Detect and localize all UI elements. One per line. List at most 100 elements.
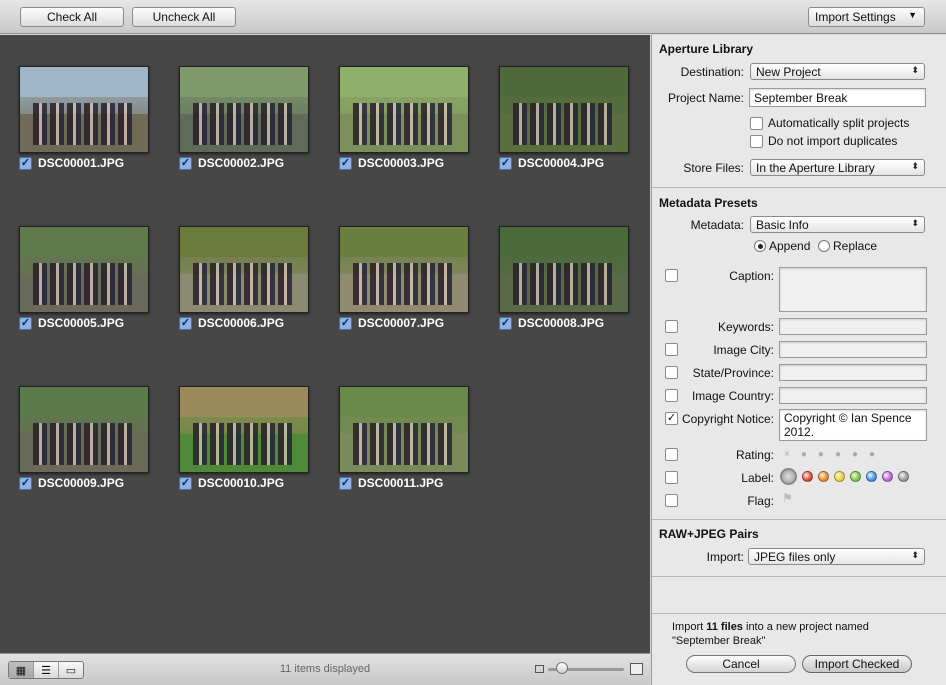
color-label-swatch[interactable] bbox=[834, 471, 845, 482]
thumbnail-filename: DSC00009.JPG bbox=[38, 476, 125, 490]
color-label-swatch[interactable] bbox=[850, 471, 861, 482]
photo-thumbnail[interactable] bbox=[179, 226, 309, 313]
star-dot-icon[interactable]: ● bbox=[801, 449, 807, 460]
thumbnail-filename: DSC00010.JPG bbox=[198, 476, 285, 490]
raw-jpeg-import-popup[interactable]: JPEG files only ⬍ bbox=[748, 548, 925, 565]
thumbnail-filename: DSC00011.JPG bbox=[358, 476, 444, 490]
flag-icon[interactable]: ⚑ bbox=[782, 491, 793, 505]
thumbnail-item[interactable]: ✓ DSC00006.JPG bbox=[179, 226, 309, 330]
cancel-button[interactable]: Cancel bbox=[686, 655, 796, 673]
keywords-field[interactable] bbox=[779, 318, 927, 335]
thumbnail-item[interactable]: ✓ DSC00010.JPG bbox=[179, 386, 309, 490]
color-label-swatch[interactable] bbox=[898, 471, 909, 482]
photo-subjects bbox=[32, 262, 136, 306]
append-label: Append bbox=[769, 239, 811, 253]
thumbnail-caption: ✓ DSC00002.JPG bbox=[179, 156, 309, 170]
import-checkbox[interactable]: ✓ bbox=[499, 156, 512, 170]
image-browser: ✓ DSC00001.JPG ✓ DSC00002.JPG ✓ DSC00003.JPG ✓… bbox=[0, 35, 650, 653]
thumbnail-filename: DSC00003.JPG bbox=[358, 156, 445, 170]
color-label-swatch[interactable] bbox=[866, 471, 877, 482]
photo-subjects bbox=[352, 422, 456, 466]
image-country-label: Image Country: bbox=[691, 389, 774, 403]
project-name-field[interactable]: September Break bbox=[749, 88, 926, 107]
rating-control[interactable]: × ● ● ● ● ● bbox=[784, 449, 875, 460]
photo-thumbnail[interactable] bbox=[19, 226, 149, 313]
import-checkbox[interactable]: ✓ bbox=[19, 316, 32, 330]
import-checkbox[interactable]: ✓ bbox=[339, 476, 352, 490]
thumbnail-caption: ✓ DSC00010.JPG bbox=[179, 476, 309, 490]
image-country-field[interactable] bbox=[779, 387, 927, 404]
replace-option[interactable]: Replace bbox=[818, 239, 877, 253]
photo-thumbnail[interactable] bbox=[19, 386, 149, 473]
copyright-field[interactable]: Copyright © Ian Spence 2012. bbox=[779, 409, 927, 441]
import-checkbox[interactable]: ✓ bbox=[19, 156, 32, 170]
slider-knob[interactable] bbox=[556, 662, 568, 674]
metadata-popup[interactable]: Basic Info ⬍ bbox=[750, 216, 925, 233]
reject-icon[interactable]: × bbox=[784, 449, 790, 460]
check-all-button[interactable]: Check All bbox=[20, 7, 124, 27]
thumbnail-item[interactable]: ✓ DSC00008.JPG bbox=[499, 226, 629, 330]
thumbnail-item[interactable]: ✓ DSC00001.JPG bbox=[19, 66, 149, 170]
metadata-label: Metadata: bbox=[690, 218, 744, 232]
photo-subjects bbox=[512, 102, 616, 146]
no-duplicates-checkbox[interactable] bbox=[750, 134, 763, 148]
thumbnail-filename: DSC00001.JPG bbox=[38, 156, 125, 170]
thumbnail-filename: DSC00006.JPG bbox=[198, 316, 285, 330]
photo-subjects bbox=[192, 102, 296, 146]
append-option[interactable]: Append bbox=[754, 239, 810, 253]
thumbnail-item[interactable]: ✓ DSC00003.JPG bbox=[339, 66, 469, 170]
star-dot-icon[interactable]: ● bbox=[818, 449, 824, 460]
no-label-swatch[interactable] bbox=[780, 468, 797, 485]
photo-thumbnail[interactable] bbox=[179, 66, 309, 153]
photo-thumbnail[interactable] bbox=[179, 386, 309, 473]
thumbnail-item[interactable]: ✓ DSC00004.JPG bbox=[499, 66, 629, 170]
auto-split-option[interactable]: Automatically split projects bbox=[750, 116, 909, 130]
summary-project: "September Break" bbox=[672, 635, 766, 647]
import-checkbox[interactable]: ✓ bbox=[19, 476, 32, 490]
replace-radio[interactable] bbox=[818, 240, 830, 252]
append-radio[interactable] bbox=[754, 240, 766, 252]
photo-thumbnail[interactable] bbox=[499, 66, 629, 153]
star-dot-icon[interactable]: ● bbox=[852, 449, 858, 460]
photo-thumbnail[interactable] bbox=[339, 226, 469, 313]
image-city-field[interactable] bbox=[779, 341, 927, 358]
photo-background bbox=[180, 67, 308, 97]
import-checkbox[interactable]: ✓ bbox=[179, 476, 192, 490]
caption-field[interactable] bbox=[779, 267, 927, 312]
photo-thumbnail[interactable] bbox=[339, 386, 469, 473]
popup-arrows-icon: ⬍ bbox=[911, 161, 919, 171]
color-label-swatches bbox=[780, 468, 909, 485]
rating-label: Rating: bbox=[735, 448, 774, 462]
import-checked-button[interactable]: Import Checked bbox=[802, 655, 912, 673]
import-checkbox[interactable]: ✓ bbox=[499, 316, 512, 330]
no-duplicates-option[interactable]: Do not import duplicates bbox=[750, 134, 897, 148]
state-province-field[interactable] bbox=[779, 364, 927, 381]
color-label-swatch[interactable] bbox=[818, 471, 829, 482]
star-dot-icon[interactable]: ● bbox=[869, 449, 875, 460]
summary-suffix: into a new project named bbox=[742, 621, 869, 633]
color-label-swatch[interactable] bbox=[882, 471, 893, 482]
import-checkbox[interactable]: ✓ bbox=[179, 316, 192, 330]
import-checkbox[interactable]: ✓ bbox=[339, 156, 352, 170]
thumbnail-item[interactable]: ✓ DSC00009.JPG bbox=[19, 386, 149, 490]
thumbnail-item[interactable]: ✓ DSC00007.JPG bbox=[339, 226, 469, 330]
store-files-popup[interactable]: In the Aperture Library ⬍ bbox=[750, 159, 925, 176]
thumbnail-item[interactable]: ✓ DSC00005.JPG bbox=[19, 226, 149, 330]
destination-popup[interactable]: New Project ⬍ bbox=[750, 63, 925, 80]
popup-arrows-icon: ⬍ bbox=[911, 218, 919, 228]
thumbnail-item[interactable]: ✓ DSC00002.JPG bbox=[179, 66, 309, 170]
import-checkbox[interactable]: ✓ bbox=[179, 156, 192, 170]
import-checkbox[interactable]: ✓ bbox=[339, 316, 352, 330]
photo-thumbnail[interactable] bbox=[19, 66, 149, 153]
small-thumbnail-icon bbox=[535, 665, 544, 673]
uncheck-all-button[interactable]: Uncheck All bbox=[132, 7, 236, 27]
color-label-swatch[interactable] bbox=[802, 471, 813, 482]
import-settings-popup[interactable]: Import Settings ▼ bbox=[808, 7, 925, 27]
star-dot-icon[interactable]: ● bbox=[835, 449, 841, 460]
thumbnail-caption: ✓ DSC00006.JPG bbox=[179, 316, 309, 330]
photo-thumbnail[interactable] bbox=[499, 226, 629, 313]
photo-thumbnail[interactable] bbox=[339, 66, 469, 153]
auto-split-checkbox[interactable] bbox=[750, 116, 763, 130]
store-files-value: In the Aperture Library bbox=[756, 160, 875, 175]
thumbnail-item[interactable]: ✓ DSC00011.JPG bbox=[339, 386, 469, 490]
